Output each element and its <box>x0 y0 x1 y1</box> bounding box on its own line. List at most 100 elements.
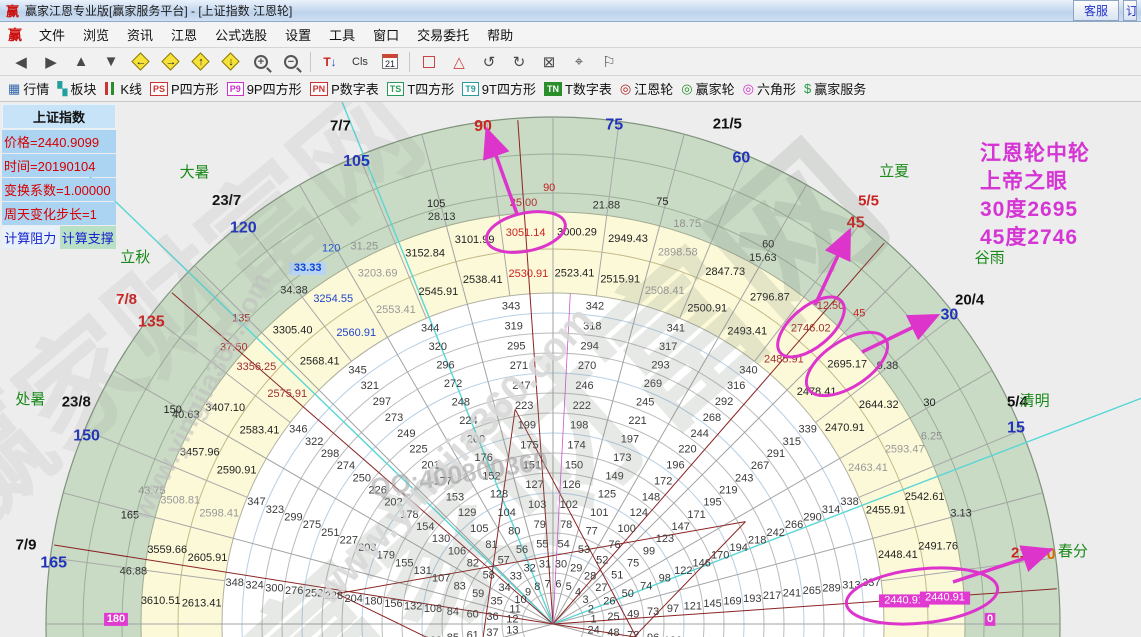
step-up-button[interactable]: ↑ <box>186 50 216 74</box>
order-button[interactable]: 订购 <box>1123 0 1137 21</box>
svg-text:169: 169 <box>723 595 741 607</box>
menu-item-文件[interactable]: 文件 <box>30 22 74 47</box>
svg-text:193: 193 <box>743 593 761 605</box>
tool-赢家服务[interactable]: $赢家服务 <box>804 79 866 98</box>
tool-label: 9T四方形 <box>482 79 536 98</box>
svg-text:27: 27 <box>595 582 607 594</box>
svg-text:谷雨: 谷雨 <box>975 250 1005 267</box>
tool-9P四方形[interactable]: P99P四方形 <box>227 79 302 98</box>
svg-text:33.33: 33.33 <box>294 262 322 274</box>
zoom-out-button[interactable]: − <box>276 50 306 74</box>
tool-板块[interactable]: ▚板块 <box>57 79 96 98</box>
svg-text:339: 339 <box>799 424 817 436</box>
tool-9T四方形[interactable]: T99T四方形 <box>462 79 536 98</box>
page-up-button[interactable]: ▲ <box>66 50 96 74</box>
calendar-button[interactable]: 21 <box>375 50 405 74</box>
center-target-button[interactable]: ⌖ <box>564 50 594 74</box>
tool-label: 9P四方形 <box>247 79 302 98</box>
svg-text:251: 251 <box>321 527 339 539</box>
svg-text:175: 175 <box>520 440 538 452</box>
svg-text:315: 315 <box>783 436 801 448</box>
tool-K线[interactable]: K线 <box>104 79 142 98</box>
svg-text:2746.02: 2746.02 <box>791 322 831 334</box>
menu-item-帮助[interactable]: 帮助 <box>478 22 522 47</box>
step-right-button[interactable]: → <box>156 50 186 74</box>
zoom-in-button[interactable]: + <box>246 50 276 74</box>
square-icon <box>423 56 435 68</box>
menu-item-设置[interactable]: 设置 <box>276 22 320 47</box>
page-down-button[interactable]: ▼ <box>96 50 126 74</box>
svg-text:249: 249 <box>397 428 415 440</box>
tool-赢家轮[interactable]: ◎赢家轮 <box>681 79 734 98</box>
menu-item-公式选股[interactable]: 公式选股 <box>206 22 276 47</box>
svg-text:269: 269 <box>644 378 662 390</box>
svg-text:31.25: 31.25 <box>351 240 379 252</box>
svg-text:30: 30 <box>923 397 935 409</box>
tool-P数字表[interactable]: PNP数字表 <box>310 79 379 98</box>
svg-text:2613.41: 2613.41 <box>182 598 222 610</box>
svg-text:24: 24 <box>587 624 599 636</box>
rotate-ccw-button[interactable]: ↺ <box>474 50 504 74</box>
back-icon: ◀ <box>15 53 27 71</box>
menu-item-交易委托[interactable]: 交易委托 <box>408 22 478 47</box>
svg-text:56: 56 <box>516 544 528 556</box>
calc-resistance-button[interactable]: 计算阻力 <box>2 226 59 249</box>
svg-text:104: 104 <box>498 507 516 519</box>
svg-text:2523.41: 2523.41 <box>555 268 595 280</box>
svg-text:241: 241 <box>783 588 801 600</box>
menu-item-窗口[interactable]: 窗口 <box>364 22 408 47</box>
svg-text:342: 342 <box>586 301 604 313</box>
svg-text:5/5: 5/5 <box>858 193 879 210</box>
svg-text:2538.41: 2538.41 <box>463 274 503 286</box>
page-up-icon: ▲ <box>74 53 89 70</box>
svg-text:131: 131 <box>414 565 432 577</box>
menu-item-江恩[interactable]: 江恩 <box>162 22 206 47</box>
svg-text:34.38: 34.38 <box>280 285 308 297</box>
svg-text:2949.43: 2949.43 <box>608 233 648 245</box>
menu-items: 文件浏览资讯江恩公式选股设置工具窗口交易委托帮助 <box>30 22 522 47</box>
draw-square-button[interactable] <box>414 50 444 74</box>
fullscreen-button[interactable]: ⊠ <box>534 50 564 74</box>
tool-T数字表[interactable]: TNT数字表 <box>544 79 612 98</box>
instrument-title: 上证指数 <box>2 104 116 129</box>
tool-label: T四方形 <box>407 79 454 98</box>
calendar-icon: 21 <box>382 54 398 69</box>
svg-text:341: 341 <box>667 322 685 334</box>
step-left-button[interactable]: ← <box>126 50 156 74</box>
rotate-cw-button[interactable]: ↻ <box>504 50 534 74</box>
svg-text:13: 13 <box>506 624 518 636</box>
svg-text:50: 50 <box>622 588 634 600</box>
back-button[interactable]: ◀ <box>6 50 36 74</box>
svg-text:53: 53 <box>578 544 590 556</box>
service-button[interactable]: 客服 <box>1073 0 1119 21</box>
svg-text:25: 25 <box>607 611 619 623</box>
tool-T四方形[interactable]: TST四方形 <box>387 79 454 98</box>
svg-text:250: 250 <box>353 472 371 484</box>
svg-text:318: 318 <box>583 321 601 333</box>
panel-field: 价格=2440.9099 <box>2 130 116 153</box>
tool-江恩轮[interactable]: ◎江恩轮 <box>620 79 673 98</box>
svg-text:151: 151 <box>523 459 541 471</box>
menu-item-资讯[interactable]: 资讯 <box>118 22 162 47</box>
svg-text:3305.40: 3305.40 <box>273 325 313 337</box>
gann-wheel-canvas[interactable]: 1234567891011121324252627282930313233343… <box>0 102 1141 637</box>
menu-item-浏览[interactable]: 浏览 <box>74 22 118 47</box>
calc-support-button[interactable]: 计算支撑 <box>60 226 117 249</box>
svg-text:7/9: 7/9 <box>16 536 37 553</box>
svg-text:75: 75 <box>605 117 623 134</box>
tool-P四方形[interactable]: PSP四方形 <box>150 79 219 98</box>
tool-六角形[interactable]: ◎六角形 <box>743 79 796 98</box>
svg-text:6.25: 6.25 <box>921 430 942 442</box>
svg-text:0: 0 <box>987 613 993 625</box>
cls-button[interactable]: Cls <box>345 50 375 74</box>
tool-行情[interactable]: ▦行情 <box>8 79 49 98</box>
draw-triangle-button[interactable]: △ <box>444 50 474 74</box>
forward-button[interactable]: ▶ <box>36 50 66 74</box>
svg-text:224: 224 <box>459 415 477 427</box>
flag-button[interactable]: ⚐ <box>594 50 624 74</box>
arrow-icon: → <box>156 50 186 74</box>
t-sort-button[interactable]: T↓ <box>315 50 345 74</box>
menu-item-工具[interactable]: 工具 <box>320 22 364 47</box>
svg-text:150: 150 <box>565 459 583 471</box>
step-down-button[interactable]: ↓ <box>216 50 246 74</box>
